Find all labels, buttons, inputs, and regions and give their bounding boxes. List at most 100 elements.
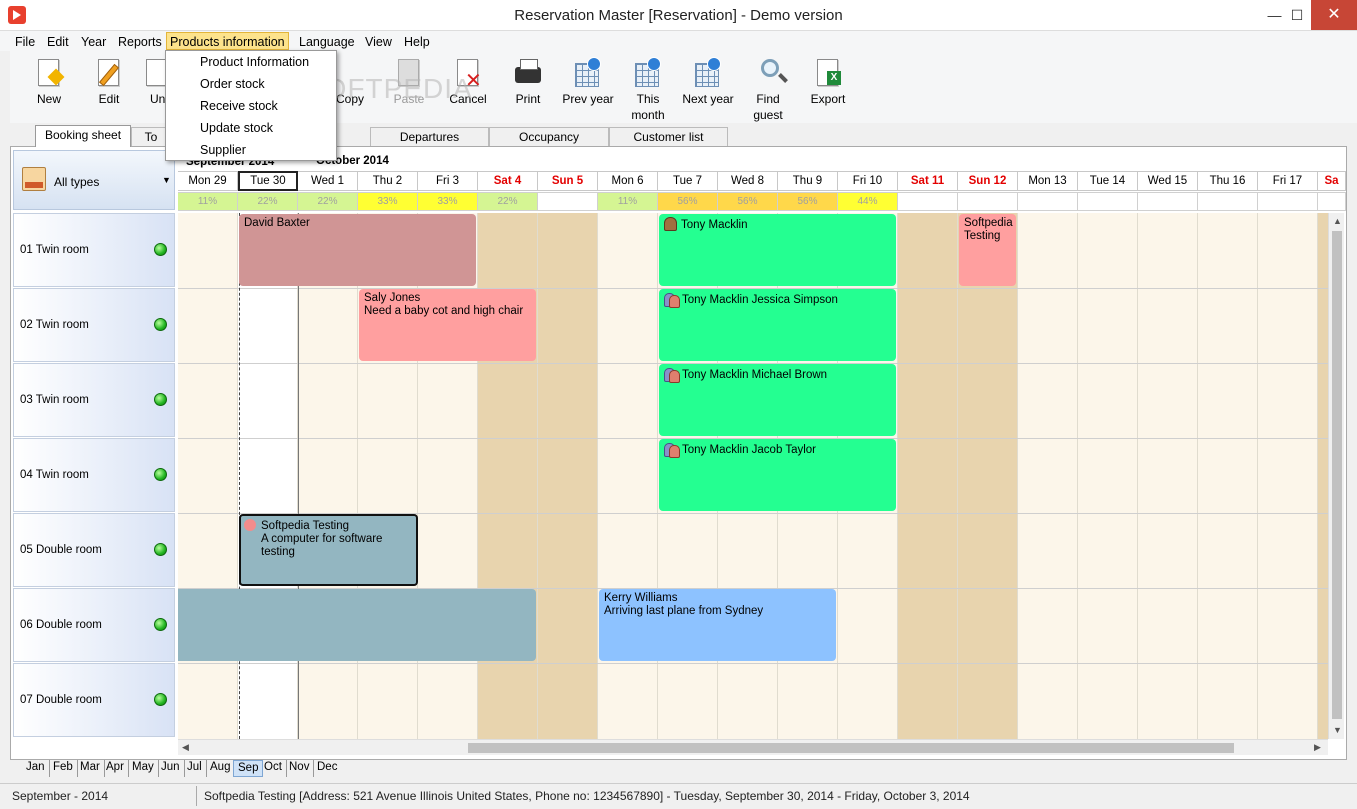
vertical-scrollbar[interactable]: ▲ ▼ bbox=[1328, 213, 1344, 739]
month-tab-dec[interactable]: Dec bbox=[313, 760, 341, 777]
day-header[interactable]: Fri 17 bbox=[1258, 171, 1318, 191]
day-header[interactable]: Tue 14 bbox=[1078, 171, 1138, 191]
day-header-today[interactable]: Tue 30 bbox=[238, 171, 298, 191]
month-tab-apr[interactable]: Apr bbox=[102, 760, 129, 777]
day-header[interactable]: Thu 9 bbox=[778, 171, 838, 191]
next-year-calendar-icon bbox=[693, 57, 723, 89]
month-tab-jun[interactable]: Jun bbox=[157, 760, 185, 777]
close-button[interactable]: ✕ bbox=[1311, 0, 1357, 30]
day-header[interactable]: Thu 16 bbox=[1198, 171, 1258, 191]
day-column bbox=[1198, 213, 1258, 739]
status-green-icon bbox=[154, 618, 167, 631]
menu-edit[interactable]: Edit bbox=[44, 33, 72, 51]
day-header-row: Mon 29 Tue 30 Wed 1 Thu 2 Fri 3 Sat 4 Su… bbox=[178, 171, 1346, 191]
room-row-07[interactable]: 07 Double room bbox=[13, 663, 175, 737]
menu-item-update-stock[interactable]: Update stock bbox=[168, 117, 334, 139]
day-column bbox=[1138, 213, 1198, 739]
window-title: Reservation Master [Reservation] - Demo … bbox=[514, 7, 843, 24]
day-header[interactable]: Thu 2 bbox=[358, 171, 418, 191]
scroll-up-icon[interactable]: ▲ bbox=[1333, 216, 1342, 226]
booking-kerry-williams[interactable]: Kerry Williams Arriving last plane from … bbox=[599, 589, 836, 661]
room-row-04[interactable]: 04 Twin room bbox=[13, 438, 175, 512]
export-excel-icon: X bbox=[813, 57, 843, 89]
tab-departures[interactable]: Departures bbox=[370, 127, 489, 147]
menu-reports[interactable]: Reports bbox=[115, 33, 165, 51]
scroll-left-icon[interactable]: ◀ bbox=[182, 742, 189, 753]
day-header[interactable]: Mon 29 bbox=[178, 171, 238, 191]
day-header[interactable]: Mon 13 bbox=[1018, 171, 1078, 191]
month-tab-feb[interactable]: Feb bbox=[49, 760, 78, 777]
month-tab-sep[interactable]: Sep bbox=[233, 760, 264, 777]
occupancy-cell: 56% bbox=[718, 192, 778, 211]
day-header-weekend[interactable]: Sun 12 bbox=[958, 171, 1018, 191]
menu-item-supplier[interactable]: Supplier bbox=[168, 139, 334, 161]
prev-year-button[interactable]: Prev year bbox=[558, 53, 618, 121]
new-button[interactable]: New bbox=[19, 53, 79, 121]
booking-tony-macklin[interactable]: Tony Macklin bbox=[659, 214, 896, 286]
menu-help[interactable]: Help bbox=[401, 33, 433, 51]
day-header[interactable]: Wed 15 bbox=[1138, 171, 1198, 191]
booking-softpedia-testing-room1[interactable]: Softpedia Testing bbox=[959, 214, 1016, 286]
booking-tony-macklin-jacob-taylor[interactable]: Tony Macklin Jacob Taylor bbox=[659, 439, 896, 511]
month-tab-aug[interactable]: Aug bbox=[206, 760, 236, 777]
scroll-down-icon[interactable]: ▼ bbox=[1333, 725, 1342, 735]
horizontal-scroll-thumb[interactable] bbox=[468, 743, 1234, 753]
menu-products-information[interactable]: Products information bbox=[166, 32, 289, 50]
menu-item-order-stock[interactable]: Order stock bbox=[168, 73, 334, 95]
edit-button[interactable]: Edit bbox=[79, 53, 139, 121]
menu-item-product-information[interactable]: Product Information bbox=[168, 51, 334, 73]
menu-item-receive-stock[interactable]: Receive stock bbox=[168, 95, 334, 117]
menu-file[interactable]: File bbox=[12, 33, 38, 51]
find-guest-button[interactable]: Find guest bbox=[738, 53, 798, 122]
occupancy-cell bbox=[898, 192, 958, 211]
room-row-03[interactable]: 03 Twin room bbox=[13, 363, 175, 437]
room-row-06[interactable]: 06 Double room bbox=[13, 588, 175, 662]
booking-grid[interactable]: David Baxter Tony Macklin Softpedia Test… bbox=[178, 213, 1328, 739]
maximize-button[interactable]: ☐ bbox=[1283, 0, 1311, 30]
booking-david-baxter[interactable]: David Baxter bbox=[239, 214, 476, 286]
month-tab-jan[interactable]: Jan bbox=[22, 760, 50, 777]
day-header[interactable]: Tue 7 bbox=[658, 171, 718, 191]
tab-customer-list[interactable]: Customer list bbox=[609, 127, 728, 147]
scroll-right-icon[interactable]: ▶ bbox=[1314, 742, 1321, 753]
day-header[interactable]: Mon 6 bbox=[598, 171, 658, 191]
occupancy-cell: 56% bbox=[658, 192, 718, 211]
day-header[interactable]: Wed 1 bbox=[298, 171, 358, 191]
month-tab-mar[interactable]: Mar bbox=[76, 760, 105, 777]
tab-booking-sheet[interactable]: Booking sheet bbox=[35, 125, 131, 147]
month-tab-may[interactable]: May bbox=[128, 760, 159, 777]
this-month-calendar-icon bbox=[633, 57, 663, 89]
export-button[interactable]: X Export bbox=[798, 53, 858, 121]
day-header-weekend[interactable]: Sat 11 bbox=[898, 171, 958, 191]
booking-softpedia-testing-selected[interactable]: Softpedia Testing A computer for softwar… bbox=[239, 514, 418, 586]
day-header-weekend[interactable]: Sun 5 bbox=[538, 171, 598, 191]
this-month-button[interactable]: This month bbox=[618, 53, 678, 122]
booking-tony-macklin-michael-brown[interactable]: Tony Macklin Michael Brown bbox=[659, 364, 896, 436]
next-year-button[interactable]: Next year bbox=[678, 53, 738, 121]
room-row-01[interactable]: 01 Twin room bbox=[13, 213, 175, 287]
day-header[interactable]: Wed 8 bbox=[718, 171, 778, 191]
day-header[interactable]: Fri 3 bbox=[418, 171, 478, 191]
day-header-weekend[interactable]: Sat 4 bbox=[478, 171, 538, 191]
menu-view[interactable]: View bbox=[362, 33, 395, 51]
status-booking-details: Softpedia Testing [Address: 521 Avenue I… bbox=[204, 789, 970, 803]
day-header-weekend[interactable]: Sa bbox=[1318, 171, 1346, 191]
menu-year[interactable]: Year bbox=[78, 33, 109, 51]
day-header[interactable]: Fri 10 bbox=[838, 171, 898, 191]
room-row-05[interactable]: 05 Double room bbox=[13, 513, 175, 587]
month-tab-nov[interactable]: Nov bbox=[285, 760, 315, 777]
booking-room6-continued[interactable] bbox=[178, 589, 536, 661]
tab-occupancy[interactable]: Occupancy bbox=[489, 127, 609, 147]
booking-saly-jones[interactable]: Saly Jones Need a baby cot and high chai… bbox=[359, 289, 536, 361]
print-button[interactable]: Print bbox=[498, 53, 558, 121]
horizontal-scrollbar[interactable]: ◀ ▶ bbox=[178, 739, 1328, 755]
room-row-02[interactable]: 02 Twin room bbox=[13, 288, 175, 362]
month-tab-jul[interactable]: Jul bbox=[183, 760, 207, 777]
room-type-filter[interactable]: All types ▼ bbox=[13, 150, 175, 210]
month-tab-oct[interactable]: Oct bbox=[260, 760, 287, 777]
booking-tony-macklin-jessica-simpson[interactable]: Tony Macklin Jessica Simpson bbox=[659, 289, 896, 361]
menu-language[interactable]: Language bbox=[296, 33, 358, 51]
undo-button[interactable]: Un bbox=[138, 53, 166, 121]
day-column bbox=[1018, 213, 1078, 739]
vertical-scroll-thumb[interactable] bbox=[1332, 231, 1342, 719]
